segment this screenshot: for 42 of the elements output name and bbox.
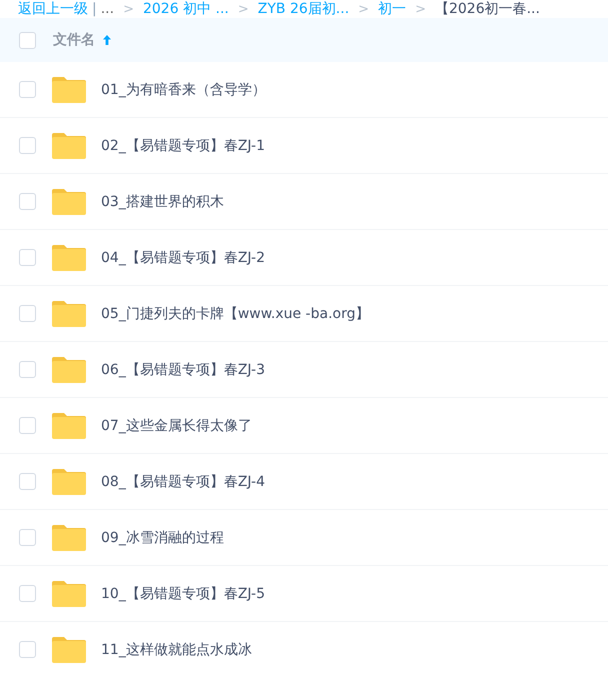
checkbox[interactable] [19, 137, 36, 154]
folder-name[interactable]: 04_【易错题专项】春ZJ-2 [101, 248, 265, 266]
folder-name[interactable]: 07_这些金属长得太像了 [101, 416, 252, 434]
folder-name[interactable]: 09_冰雪消融的过程 [101, 528, 224, 546]
checkbox[interactable] [19, 305, 36, 322]
checkbox[interactable] [19, 193, 36, 210]
checkbox[interactable] [19, 641, 36, 658]
folder-name[interactable]: 08_【易错题专项】春ZJ-4 [101, 472, 265, 490]
folder-name[interactable]: 02_【易错题专项】春ZJ-1 [101, 136, 265, 154]
chevron-separator: > [238, 2, 249, 16]
folder-icon [52, 524, 86, 550]
checkbox[interactable] [19, 417, 36, 434]
folder-name[interactable]: 05_门捷列夫的卡牌【www.xue -ba.org】 [101, 304, 370, 322]
checkbox[interactable] [19, 249, 36, 266]
checkbox[interactable] [19, 529, 36, 546]
checkbox[interactable] [19, 361, 36, 378]
breadcrumb-item[interactable]: ... [100, 1, 114, 17]
folder-icon [52, 188, 86, 214]
checkbox[interactable] [19, 473, 36, 490]
folder-icon [52, 76, 86, 102]
folder-icon [52, 356, 86, 382]
folder-name[interactable]: 03_搭建世界的积木 [101, 192, 224, 210]
folder-icon [52, 636, 86, 662]
divider-text: | [92, 1, 97, 17]
folder-name[interactable]: 06_【易错题专项】春ZJ-3 [101, 360, 265, 378]
folder-icon [52, 412, 86, 438]
folder-icon [52, 132, 86, 158]
checkbox[interactable] [19, 585, 36, 602]
checkbox[interactable] [19, 32, 36, 48]
chevron-separator: > [415, 2, 426, 16]
chevron-separator: > [123, 2, 134, 16]
checkbox[interactable] [19, 81, 36, 98]
chevron-separator: > [358, 2, 370, 16]
folder-name[interactable]: 01_为有暗香来（含导学） [101, 80, 266, 98]
arrow-up-icon[interactable] [102, 34, 112, 46]
folder-name[interactable]: 10_【易错题专项】春ZJ-5 [101, 584, 265, 602]
folder-icon [52, 300, 86, 326]
folder-icon [52, 244, 86, 270]
folder-name[interactable]: 11_这样做就能点水成冰 [101, 640, 252, 658]
folder-icon [52, 580, 86, 606]
folder-icon [52, 468, 86, 494]
breadcrumb-item[interactable]: 【2026初一春... [434, 0, 540, 18]
